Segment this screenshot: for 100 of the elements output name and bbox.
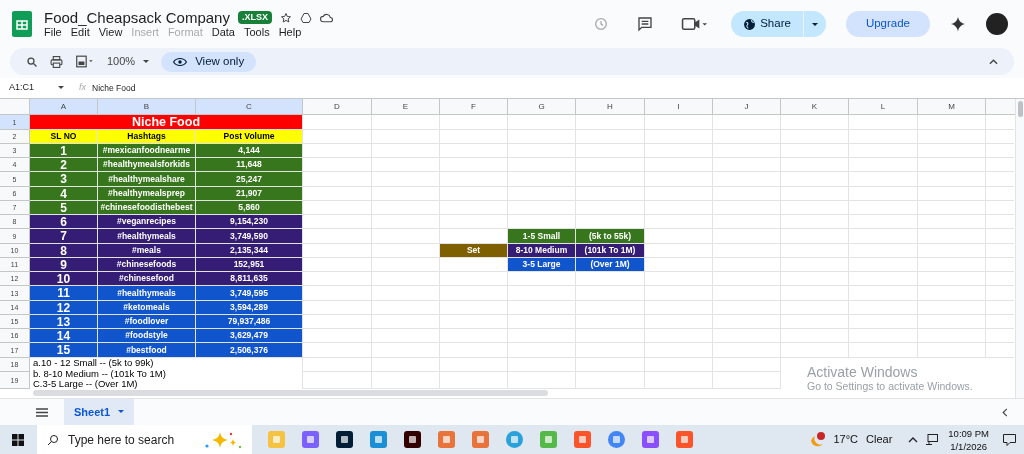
menu-icon[interactable] (36, 407, 48, 417)
network-icon[interactable] (926, 434, 939, 445)
column-header[interactable]: B (98, 99, 196, 115)
menu-item[interactable]: View (98, 27, 123, 38)
formula-field[interactable]: Niche Food (92, 81, 136, 95)
file-type-badge: .XLSX (237, 11, 272, 24)
menu-item[interactable]: Data (211, 27, 235, 38)
document-title[interactable]: Food_Cheapsack Company (44, 10, 230, 25)
table-cell: 3,749,595 (196, 286, 303, 301)
sheet-title: Niche Food (30, 115, 303, 130)
chevron-up-icon[interactable] (908, 436, 919, 443)
weather-text: Clear (866, 432, 893, 448)
history-icon[interactable] (593, 16, 610, 32)
table-cell: 2,135,344 (196, 244, 303, 258)
table-cell: 13 (30, 315, 98, 329)
fx-label: fx (79, 81, 86, 95)
column-heading: Hashtags (98, 130, 196, 144)
chevron-up-icon[interactable] (989, 58, 998, 65)
caret-icon[interactable] (58, 86, 64, 90)
column-header[interactable]: C (196, 99, 303, 115)
chevron-left-icon[interactable] (1002, 407, 1008, 417)
table-cell: 5 (30, 201, 98, 215)
windows-start-icon[interactable] (12, 433, 24, 446)
table-cell: 2,506,376 (196, 343, 303, 358)
menu-item[interactable]: Edit (70, 27, 90, 38)
avatar[interactable] (986, 13, 1008, 35)
menu-item[interactable]: File (44, 27, 62, 38)
search-icon[interactable] (26, 55, 38, 68)
table-cell: 12 (30, 301, 98, 315)
share-button[interactable]: Share (731, 11, 803, 37)
taskbar-search-field[interactable]: Type here to search (37, 425, 252, 454)
column-header[interactable]: K (781, 99, 849, 115)
notification-icon[interactable] (1003, 433, 1016, 446)
table-cell: 15 (30, 343, 98, 358)
column-header[interactable]: M (918, 99, 986, 115)
table-cell: 8,811,635 (196, 272, 303, 286)
column-heading: Post Volume (196, 130, 303, 144)
menu-item[interactable]: Tools (243, 27, 270, 38)
note-text: a.10 - 12 Small -- (5k to 99k) (33, 358, 154, 369)
menu-item[interactable]: Help (278, 27, 302, 38)
table-cell: 25,247 (196, 172, 303, 187)
column-header[interactable]: L (849, 99, 918, 115)
table-cell: 3 (30, 172, 98, 187)
table-cell: 1-5 Small (508, 229, 576, 244)
clock-date[interactable]: 1/1/2026 (950, 439, 988, 453)
select-all-corner[interactable] (0, 99, 30, 115)
star-icon[interactable] (279, 11, 292, 24)
column-header[interactable]: G (508, 99, 576, 115)
column-header[interactable]: E (372, 99, 440, 115)
print-icon[interactable] (50, 55, 63, 68)
column-header[interactable]: F (440, 99, 508, 115)
table-cell: 3,629,479 (196, 329, 303, 343)
column-header[interactable]: H (576, 99, 645, 115)
clock-time[interactable]: 10:09 PM (948, 426, 989, 440)
table-cell: 3-5 Large (508, 258, 576, 272)
sparkle-icon[interactable] (950, 16, 966, 32)
cloud-icon[interactable] (319, 11, 333, 24)
table-cell: #meals (98, 244, 196, 258)
note-text: C.3-5 Large -- (Over 1M) (33, 379, 138, 390)
drive-icon[interactable] (299, 11, 312, 24)
table-cell: #chinesefoodisthebest (98, 201, 196, 215)
search-icon (47, 433, 59, 446)
table-cell: 8-10 Medium (508, 244, 576, 258)
format-icon[interactable] (75, 55, 95, 68)
table-cell: 79,937,486 (196, 315, 303, 329)
table-cell: (101k To 1M) (576, 244, 645, 258)
name-box[interactable]: A1:C1 (0, 81, 58, 95)
sheet-tab[interactable]: Sheet1 (64, 399, 135, 425)
globe-icon (743, 17, 757, 31)
upgrade-button[interactable]: Upgrade (845, 11, 930, 37)
table-cell: #veganrecipes (98, 215, 196, 229)
column-heading: SL NO (30, 130, 98, 144)
weather-icon[interactable] (809, 431, 828, 448)
column-header[interactable]: A (30, 99, 98, 115)
caret-icon (118, 410, 125, 414)
table-cell: 9,154,230 (196, 215, 303, 229)
horizontal-scrollbar[interactable] (33, 390, 548, 396)
note-text: b. 8-10 Medium -- (101k To 1M) (33, 368, 166, 379)
view-only-button[interactable]: View only (161, 51, 257, 72)
activation-message: Go to Settings to activate Windows. (807, 380, 973, 393)
table-cell: #chinesefood (98, 272, 196, 286)
video-call-icon[interactable] (681, 16, 708, 32)
table-cell: #healthymealsprep (98, 187, 196, 201)
comment-icon[interactable] (637, 16, 654, 32)
table-cell: (5k to 55k) (576, 229, 645, 244)
sheets-logo-icon[interactable] (12, 11, 32, 37)
table-cell: Set (440, 244, 508, 258)
table-cell: 6 (30, 215, 98, 229)
temperature-text: 17°C (833, 432, 859, 448)
table-cell: 10 (30, 272, 98, 286)
column-header[interactable]: D (303, 99, 372, 115)
column-header[interactable]: I (645, 99, 713, 115)
table-cell: #healthymealsforkids (98, 158, 196, 172)
zoom-dropdown[interactable]: 100% (107, 53, 150, 70)
table-cell: 11 (30, 286, 98, 301)
table-cell: #foodstyle (98, 329, 196, 343)
table-cell: 7 (30, 229, 98, 244)
vertical-scrollbar[interactable] (1017, 101, 1023, 117)
activation-title: Activate Windows (807, 364, 918, 380)
column-header[interactable]: J (713, 99, 781, 115)
